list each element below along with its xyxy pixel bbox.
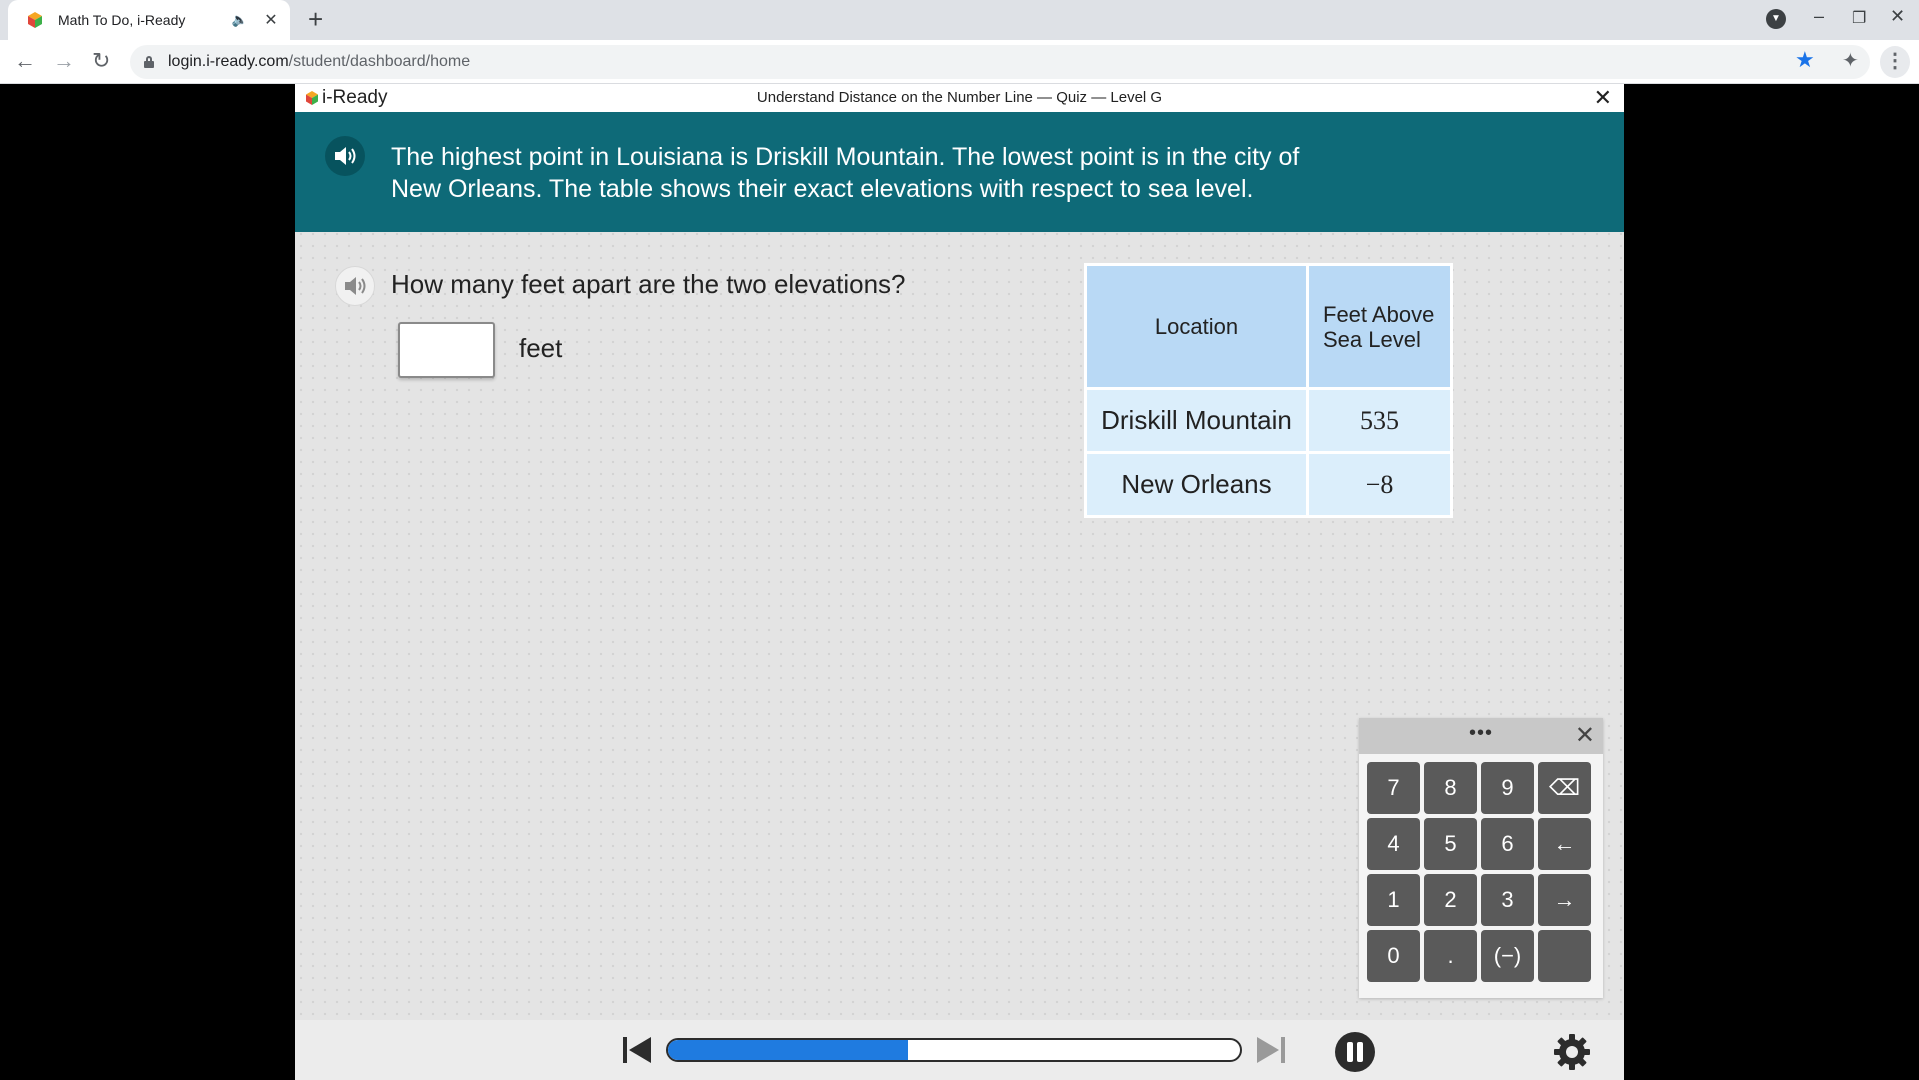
location-cell: Driskill Mountain: [1084, 387, 1309, 454]
new-tab-button[interactable]: +: [308, 6, 323, 32]
key-decimal[interactable]: .: [1424, 930, 1477, 982]
key-blank[interactable]: [1538, 930, 1591, 982]
header-location: Location: [1084, 263, 1309, 390]
elevation-cell: 535: [1306, 387, 1453, 454]
skip-back-icon[interactable]: [621, 1034, 653, 1066]
question-prompt: How many feet apart are the two elevatio…: [391, 269, 906, 299]
elevation-cell: −8: [1306, 451, 1453, 518]
iready-favicon-icon: [28, 12, 42, 28]
key-7[interactable]: 7: [1367, 762, 1420, 814]
tab-close-icon[interactable]: ✕: [262, 10, 280, 30]
key-9[interactable]: 9: [1481, 762, 1534, 814]
banner-speaker-icon[interactable]: [325, 136, 365, 176]
elevation-table: Location Feet Above Sea Level Driskill M…: [1084, 263, 1453, 518]
window-close-icon[interactable]: ✕: [1890, 6, 1905, 27]
lesson-close-button[interactable]: ✕: [1594, 85, 1612, 111]
pause-bar-icon: [1347, 1042, 1353, 1062]
keypad-drag-handle[interactable]: ••• ✕: [1359, 718, 1603, 754]
lesson-title: Understand Distance on the Number Line —…: [756, 89, 1163, 106]
question-speaker-icon[interactable]: [335, 266, 375, 306]
number-keypad: ••• ✕ 7 8 9 ⌫ 4 5 6 ← 1 2 3 → 0 . (−): [1359, 718, 1603, 998]
key-1[interactable]: 1: [1367, 874, 1420, 926]
keypad-close-button[interactable]: ✕: [1575, 721, 1595, 750]
table-row: Driskill Mountain 535: [1084, 387, 1453, 454]
minimize-icon[interactable]: –: [1814, 6, 1824, 27]
table-header-row: Location Feet Above Sea Level: [1084, 263, 1453, 390]
restore-icon[interactable]: ❐: [1852, 8, 1866, 28]
problem-banner: The highest point in Louisiana is Driski…: [295, 112, 1624, 232]
unit-label: feet: [519, 333, 563, 363]
key-2[interactable]: 2: [1424, 874, 1477, 926]
address-bar[interactable]: login.i-ready.com/student/dashboard/home: [130, 45, 1870, 79]
key-backspace-icon[interactable]: ⌫: [1538, 762, 1591, 814]
table-row: New Orleans −8: [1084, 451, 1453, 518]
forward-icon[interactable]: →: [53, 48, 75, 74]
pause-button[interactable]: [1335, 1032, 1375, 1072]
bookmark-star-icon[interactable]: ★: [1795, 47, 1815, 73]
drag-dots-icon: •••: [1469, 722, 1494, 744]
skip-forward-icon[interactable]: [1255, 1034, 1287, 1066]
key-left-arrow-icon[interactable]: ←: [1538, 818, 1591, 870]
lesson-progress-bar: [666, 1038, 1242, 1062]
banner-line-2: New Orleans. The table shows their exact…: [391, 175, 1254, 203]
banner-line-1: The highest point in Louisiana is Driski…: [391, 143, 1300, 171]
header-feet-line-1: Feet Above: [1323, 301, 1435, 327]
key-negative[interactable]: (−): [1481, 930, 1534, 982]
iready-app: i-Ready Understand Distance on the Numbe…: [295, 84, 1624, 1080]
reload-icon[interactable]: ↻: [92, 48, 110, 74]
header-feet: Feet Above Sea Level: [1306, 263, 1453, 390]
tab-search-icon[interactable]: ▼: [1766, 9, 1786, 29]
location-cell: New Orleans: [1084, 451, 1309, 518]
tab-title: Math To Do, i-Ready: [58, 12, 186, 28]
pause-bar-icon: [1357, 1042, 1363, 1062]
app-header: i-Ready Understand Distance on the Numbe…: [295, 84, 1624, 112]
extensions-puzzle-icon[interactable]: ✦: [1842, 48, 1859, 73]
key-6[interactable]: 6: [1481, 818, 1534, 870]
lock-icon: [144, 56, 154, 68]
key-3[interactable]: 3: [1481, 874, 1534, 926]
key-right-arrow-icon[interactable]: →: [1538, 874, 1591, 926]
back-icon[interactable]: ←: [14, 48, 36, 74]
url-text: login.i-ready.com/student/dashboard/home: [168, 53, 471, 70]
lesson-control-bar: [295, 1020, 1624, 1080]
browser-tab-strip: Math To Do, i-Ready 🔈 ✕ + ▼ – ❐ ✕: [0, 0, 1919, 40]
key-4[interactable]: 4: [1367, 818, 1420, 870]
browser-menu-icon[interactable]: ⋮: [1880, 46, 1910, 78]
answer-input[interactable]: [398, 322, 495, 378]
banner-text: The highest point in Louisiana is Driski…: [391, 141, 1431, 205]
browser-tab[interactable]: Math To Do, i-Ready 🔈 ✕: [8, 0, 290, 40]
key-8[interactable]: 8: [1424, 762, 1477, 814]
settings-gear-icon[interactable]: [1552, 1032, 1592, 1072]
progress-fill: [668, 1040, 909, 1060]
key-5[interactable]: 5: [1424, 818, 1477, 870]
audio-playing-icon[interactable]: 🔈: [232, 12, 248, 28]
browser-toolbar: ← → ↻ login.i-ready.com/student/dashboar…: [0, 40, 1919, 84]
key-0[interactable]: 0: [1367, 930, 1420, 982]
header-feet-line-2: Sea Level: [1323, 326, 1421, 352]
